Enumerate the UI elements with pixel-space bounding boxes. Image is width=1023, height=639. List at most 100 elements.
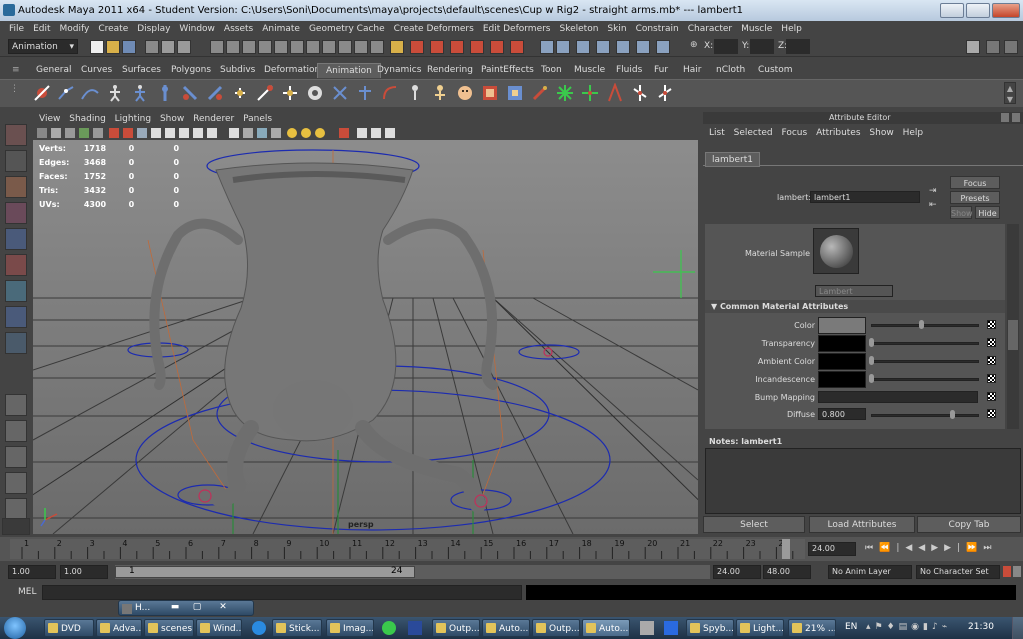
minimized-window[interactable]: H... ▬ ▢ ✕ <box>118 600 254 616</box>
camera-attributes-icon[interactable] <box>51 128 61 138</box>
film-gate-icon[interactable] <box>137 128 147 138</box>
script-editor-icon[interactable] <box>576 40 590 54</box>
go-to-end-icon[interactable]: ⏭ <box>983 543 997 553</box>
ambient-color-slider[interactable] <box>871 360 979 363</box>
y-field[interactable] <box>750 39 774 54</box>
incandescence-slider[interactable] <box>871 378 979 381</box>
shelf-menu-icon[interactable]: ≡ <box>10 63 22 78</box>
single-perspective-layout-icon[interactable] <box>5 394 27 416</box>
mask-surfaces-icon[interactable] <box>258 40 272 54</box>
incandescence-map-icon[interactable] <box>987 374 996 383</box>
rotate-tool-icon[interactable] <box>5 228 27 250</box>
diffuse-slider-handle[interactable] <box>950 410 955 419</box>
viewport-menu-lighting[interactable]: Lighting <box>115 114 151 124</box>
restore-down-icon[interactable]: ▬ <box>167 602 183 614</box>
presets-button[interactable]: Presets <box>950 191 1000 204</box>
time-ruler[interactable]: 123456789101112131415161718192021222324 <box>10 539 805 559</box>
lasso-tool-icon[interactable] <box>5 150 27 172</box>
grid-toggle-icon[interactable] <box>93 128 103 138</box>
tab-general[interactable]: General <box>28 63 79 78</box>
move-tool-icon[interactable] <box>5 202 27 224</box>
menu-muscle[interactable]: Muscle <box>741 24 772 34</box>
common-material-attributes-header[interactable]: ▼ Common Material Attributes <box>705 300 1005 313</box>
diffuse-map-icon[interactable] <box>987 409 996 418</box>
copy-tab-button[interactable]: Copy Tab <box>917 516 1021 533</box>
history-lock-icon[interactable] <box>390 40 404 54</box>
attribute-editor-toggle-icon[interactable] <box>656 40 670 54</box>
outliner-layout-icon[interactable] <box>5 446 27 468</box>
joint-tool-icon[interactable] <box>32 83 52 103</box>
ambient-color-slider-handle[interactable] <box>869 356 874 365</box>
scrollbar-thumb[interactable] <box>1008 320 1018 350</box>
perspective-viewport[interactable]: View Shading Lighting Show Renderer Pane… <box>33 112 698 534</box>
skype-icon[interactable] <box>252 621 266 635</box>
toolbox-settings-icon[interactable] <box>2 518 30 535</box>
ghost-icon[interactable] <box>655 83 675 103</box>
menu-help[interactable]: Help <box>781 24 802 34</box>
menu-constrain[interactable]: Constrain <box>636 24 679 34</box>
taskbar-item-stick[interactable]: Stick... <box>272 619 322 637</box>
shadows-icon[interactable] <box>315 128 325 138</box>
taskbar-item-percent[interactable]: 21% ... <box>788 619 836 637</box>
select-object-icon[interactable] <box>161 40 175 54</box>
toggle-channel-box-icon[interactable] <box>1004 40 1018 54</box>
incandescence-swatch[interactable] <box>818 371 866 388</box>
taskbar-item-light[interactable]: Light... <box>736 619 784 637</box>
mask-curves-icon[interactable] <box>242 40 256 54</box>
time-slider[interactable]: 1 2 3 4 5 6 7 8 9 10 11 12 13 14 15 16 17 18 19 20 21 22 23 24 … <box>0 537 1023 561</box>
mask-rendering-icon[interactable] <box>306 40 320 54</box>
absolute-transform-icon[interactable]: ⊕ <box>690 40 702 54</box>
motion-path-icon[interactable] <box>605 83 625 103</box>
ik-handle-icon[interactable] <box>56 83 76 103</box>
transparency-slider-handle[interactable] <box>869 338 874 347</box>
ae-menu-attributes[interactable]: Attributes <box>816 128 860 138</box>
maximize-icon[interactable]: ▢ <box>189 602 205 614</box>
lattice-icon[interactable] <box>355 83 375 103</box>
snap-grid-icon[interactable] <box>338 40 352 54</box>
menu-file[interactable]: File <box>9 24 24 34</box>
smooth-bind-icon[interactable] <box>205 83 225 103</box>
diffuse-field[interactable]: 0.800 <box>818 408 866 420</box>
show-manipulator-icon[interactable] <box>5 332 27 354</box>
tab-surfaces[interactable]: Surfaces <box>114 63 169 78</box>
hypergraph-layout-icon[interactable] <box>5 498 27 520</box>
show-desktop-button[interactable] <box>1012 617 1023 639</box>
tab-custom[interactable]: Custom <box>750 63 800 78</box>
prev-key-icon[interactable]: |◀ <box>896 543 918 553</box>
menu-skin[interactable]: Skin <box>607 24 626 34</box>
fit-view-icon[interactable] <box>371 128 381 138</box>
output-connection-icon[interactable]: ⇤ <box>929 200 939 210</box>
go-to-start-icon[interactable]: ⏮ <box>865 543 879 553</box>
menu-edit-deformers[interactable]: Edit Deformers <box>483 24 551 34</box>
tab-ncloth[interactable]: nCloth <box>708 63 753 78</box>
soft-mod-tool-icon[interactable] <box>5 306 27 328</box>
tab-fur[interactable]: Fur <box>646 63 676 78</box>
mask-deformations-icon[interactable] <box>274 40 288 54</box>
ae-menu-selected[interactable]: Selected <box>734 128 773 138</box>
auto-key-icon[interactable] <box>1003 566 1011 577</box>
panel-close-icon[interactable] <box>1012 113 1020 122</box>
range-bar[interactable]: 1 24 <box>115 565 710 579</box>
current-time-marker[interactable] <box>782 539 790 559</box>
anim-layer-dropdown[interactable]: No Anim Layer <box>828 565 912 579</box>
new-scene-icon[interactable] <box>90 40 104 54</box>
play-forward-icon[interactable]: ▶ <box>931 543 944 553</box>
menu-create[interactable]: Create <box>98 24 128 34</box>
bump-mapping-field[interactable] <box>818 391 978 403</box>
select-hierarchy-icon[interactable] <box>145 40 159 54</box>
wire-tool-icon[interactable] <box>380 83 400 103</box>
bookmark-icon[interactable] <box>65 128 75 138</box>
ae-menu-show[interactable]: Show <box>869 128 893 138</box>
camera-tool-icon[interactable] <box>339 128 349 138</box>
transparency-slider[interactable] <box>871 342 979 345</box>
language-indicator[interactable]: EN <box>845 622 857 632</box>
viewport-menu-show[interactable]: Show <box>160 114 184 124</box>
tab-polygons[interactable]: Polygons <box>163 63 219 78</box>
z-field[interactable] <box>786 39 810 54</box>
paint-select-tool-icon[interactable] <box>5 176 27 198</box>
output-ops-icon[interactable] <box>470 40 484 54</box>
menu-assets[interactable]: Assets <box>224 24 253 34</box>
playback-end-field[interactable]: 24.00 <box>713 565 761 579</box>
minimize-button[interactable] <box>940 3 964 18</box>
construction-history-icon[interactable] <box>430 40 444 54</box>
